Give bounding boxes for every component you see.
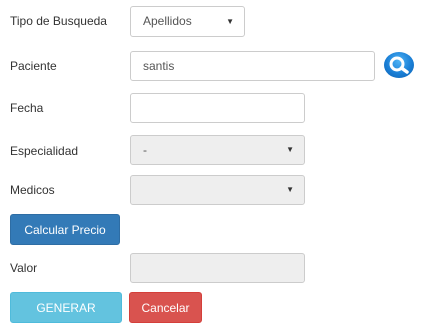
caret-down-icon: ▼ — [286, 185, 294, 194]
tipo-busqueda-label: Tipo de Busqueda — [10, 14, 107, 28]
cancelar-button[interactable]: Cancelar — [129, 292, 202, 323]
caret-down-icon: ▼ — [226, 17, 234, 26]
paciente-input[interactable]: santis — [130, 51, 375, 81]
search-icon — [389, 56, 409, 74]
tipo-busqueda-select[interactable]: Apellidos ▼ — [130, 6, 245, 37]
fecha-input[interactable] — [130, 93, 305, 123]
valor-input[interactable] — [130, 253, 305, 283]
medicos-label: Medicos — [10, 183, 55, 197]
tipo-busqueda-value: Apellidos — [143, 14, 192, 28]
especialidad-label: Especialidad — [10, 144, 79, 158]
search-button[interactable] — [384, 52, 414, 78]
especialidad-select[interactable]: - ▼ — [130, 135, 305, 165]
paciente-label: Paciente — [10, 59, 57, 73]
fecha-label: Fecha — [10, 101, 44, 115]
caret-down-icon: ▼ — [286, 145, 294, 154]
calcular-precio-button[interactable]: Calcular Precio — [10, 214, 120, 245]
generar-button[interactable]: GENERAR — [10, 292, 122, 323]
paciente-value: santis — [143, 59, 175, 73]
medicos-select[interactable]: ▼ — [130, 175, 305, 205]
valor-label: Valor — [10, 261, 38, 275]
especialidad-value: - — [143, 143, 147, 157]
